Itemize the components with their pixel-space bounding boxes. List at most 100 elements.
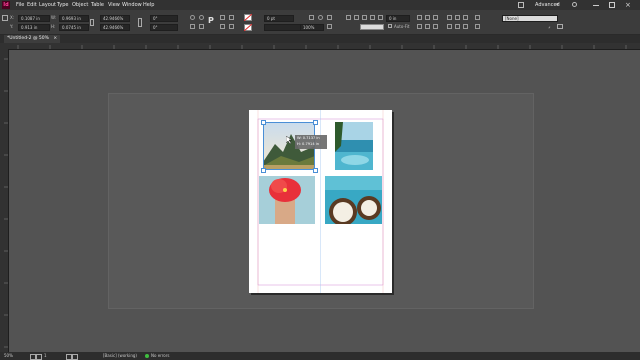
resize-handle-bottom-right[interactable] [313,168,318,173]
zoom-level[interactable]: 50% [4,352,13,360]
x-position-field[interactable]: 0.1087 in [18,15,50,22]
app-logo: Id [2,1,10,9]
drop-shadow-icon[interactable] [318,15,323,20]
maximize-icon[interactable] [609,2,615,8]
image-frame-beach[interactable] [335,122,373,170]
align-left-icon[interactable] [417,15,422,20]
stroke-weight-field[interactable]: 0 pt [264,15,294,22]
scale-x-field[interactable]: 42.9466% [100,15,130,22]
select-container-icon[interactable] [220,15,225,20]
menu-bar: Id File Edit Layout Type Object Table Vi… [0,0,640,10]
text-wrap-bbox-icon[interactable] [354,15,359,20]
align-to-selection-icon[interactable] [475,15,480,20]
h-label: H: [51,24,56,29]
shear-angle-field[interactable]: 0° [150,24,178,31]
distribute-right-icon[interactable] [463,15,468,20]
cursor-arrow-icon [286,136,292,144]
master-indicator[interactable]: [Basic] (working) [103,352,137,360]
object-style-dropdown[interactable] [360,24,384,30]
reference-point-icon[interactable] [2,15,8,21]
menu-layout[interactable]: Layout [39,1,56,9]
menu-table[interactable]: Table [91,1,104,9]
select-next-icon[interactable] [229,24,234,29]
distribute-top-icon[interactable] [447,24,452,29]
text-wrap-none-icon[interactable] [346,15,351,20]
last-page-icon[interactable] [72,354,78,360]
document-tab-label: *Untitled-2 @ 50% [7,36,49,41]
minimize-icon[interactable] [593,5,599,6]
menu-file[interactable]: File [16,1,24,9]
prev-page-icon[interactable] [36,354,42,360]
resize-handle-top-left[interactable] [261,120,266,125]
quick-apply-icon[interactable]: ⚡ [548,25,551,30]
effects-icon[interactable] [309,15,314,20]
image-frame-coconut[interactable] [325,176,382,224]
resize-handle-top-right[interactable] [313,120,318,125]
constrain-scale-icon[interactable] [138,18,142,27]
auto-fit-label: Auto-Fit [394,24,410,29]
rotate-cw-icon[interactable] [190,15,195,20]
align-top-icon[interactable] [417,24,422,29]
corner-options-icon[interactable] [327,24,332,29]
center-content-icon[interactable] [378,15,383,20]
horizontal-ruler[interactable] [8,43,640,50]
y-label: Y: [10,24,14,29]
align-bottom-icon[interactable] [433,24,438,29]
w-label: W: [51,15,57,20]
vertical-ruler[interactable] [0,49,9,352]
constrain-proportions-icon[interactable] [90,19,94,26]
fit-frame-content-icon[interactable] [370,15,375,20]
preflight-status-icon[interactable] [145,354,149,358]
distribute-middle-icon[interactable] [455,24,460,29]
paragraph-style-dropdown[interactable]: [None] [502,15,558,22]
auto-fit-checkbox[interactable] [388,24,392,28]
rotate-ccw-icon[interactable] [199,15,204,20]
size-field[interactable]: 0 in [386,15,410,22]
document-tab-bar: *Untitled-2 @ 50% × [0,35,640,43]
tooltip-height: H: 0.7914 in [297,142,320,146]
status-bar: 50% 1 [Basic] (working) No errors [0,352,640,360]
menu-type[interactable]: Type [57,1,68,9]
height-field[interactable]: 0.0745 in [59,24,89,31]
scale-y-field[interactable]: 42.9466% [100,24,130,31]
distribute-bottom-icon[interactable] [463,24,468,29]
search-icon[interactable] [572,2,577,7]
width-field[interactable]: 0.9693 in [59,15,89,22]
paragraph-icon[interactable]: P [208,17,214,25]
select-previous-icon[interactable] [229,15,234,20]
select-content-icon[interactable] [220,24,225,29]
distribute-center-icon[interactable] [455,15,460,20]
menu-edit[interactable]: Edit [27,1,37,9]
align-right-icon[interactable] [433,15,438,20]
close-icon[interactable]: × [625,0,631,10]
image-frame-flower[interactable] [259,176,315,224]
fx-icon[interactable] [327,15,332,20]
menu-help[interactable]: Help [143,1,154,9]
y-position-field[interactable]: 0.913 in [18,24,50,31]
align-center-icon[interactable] [425,15,430,20]
opacity-field[interactable]: 100% [300,24,324,31]
dimension-tooltip: W: 0.7137 in H: 0.7914 in [295,135,327,149]
fit-content-frame-icon[interactable] [362,15,367,20]
align-middle-icon[interactable] [425,24,430,29]
flip-horizontal-icon[interactable] [190,24,195,29]
menu-object[interactable]: Object [72,1,88,9]
menu-view[interactable]: View [108,1,120,9]
close-tab-icon[interactable]: × [53,36,57,41]
stroke-swatch-icon[interactable] [244,24,252,31]
menu-window[interactable]: Window [122,1,142,9]
control-panel: X: 0.1087 in Y: 0.913 in W: 0.9693 in H:… [0,10,640,35]
share-icon[interactable] [518,2,524,8]
preflight-status: No errors [151,353,170,358]
document-tab[interactable]: *Untitled-2 @ 50% × [4,35,61,43]
panel-menu-icon[interactable] [557,24,563,29]
resize-handle-bottom-left[interactable] [261,168,266,173]
rotation-angle-field[interactable]: 0° [150,15,178,22]
fill-swatch-icon[interactable] [244,14,252,21]
document-page[interactable]: W: 0.7137 in H: 0.7914 in [249,110,392,293]
page-number-field[interactable]: 1 [44,352,47,360]
chevron-down-icon[interactable]: ▾ [556,1,559,9]
align-options-icon[interactable] [475,24,480,29]
distribute-left-icon[interactable] [447,15,452,20]
flip-vertical-icon[interactable] [199,24,204,29]
